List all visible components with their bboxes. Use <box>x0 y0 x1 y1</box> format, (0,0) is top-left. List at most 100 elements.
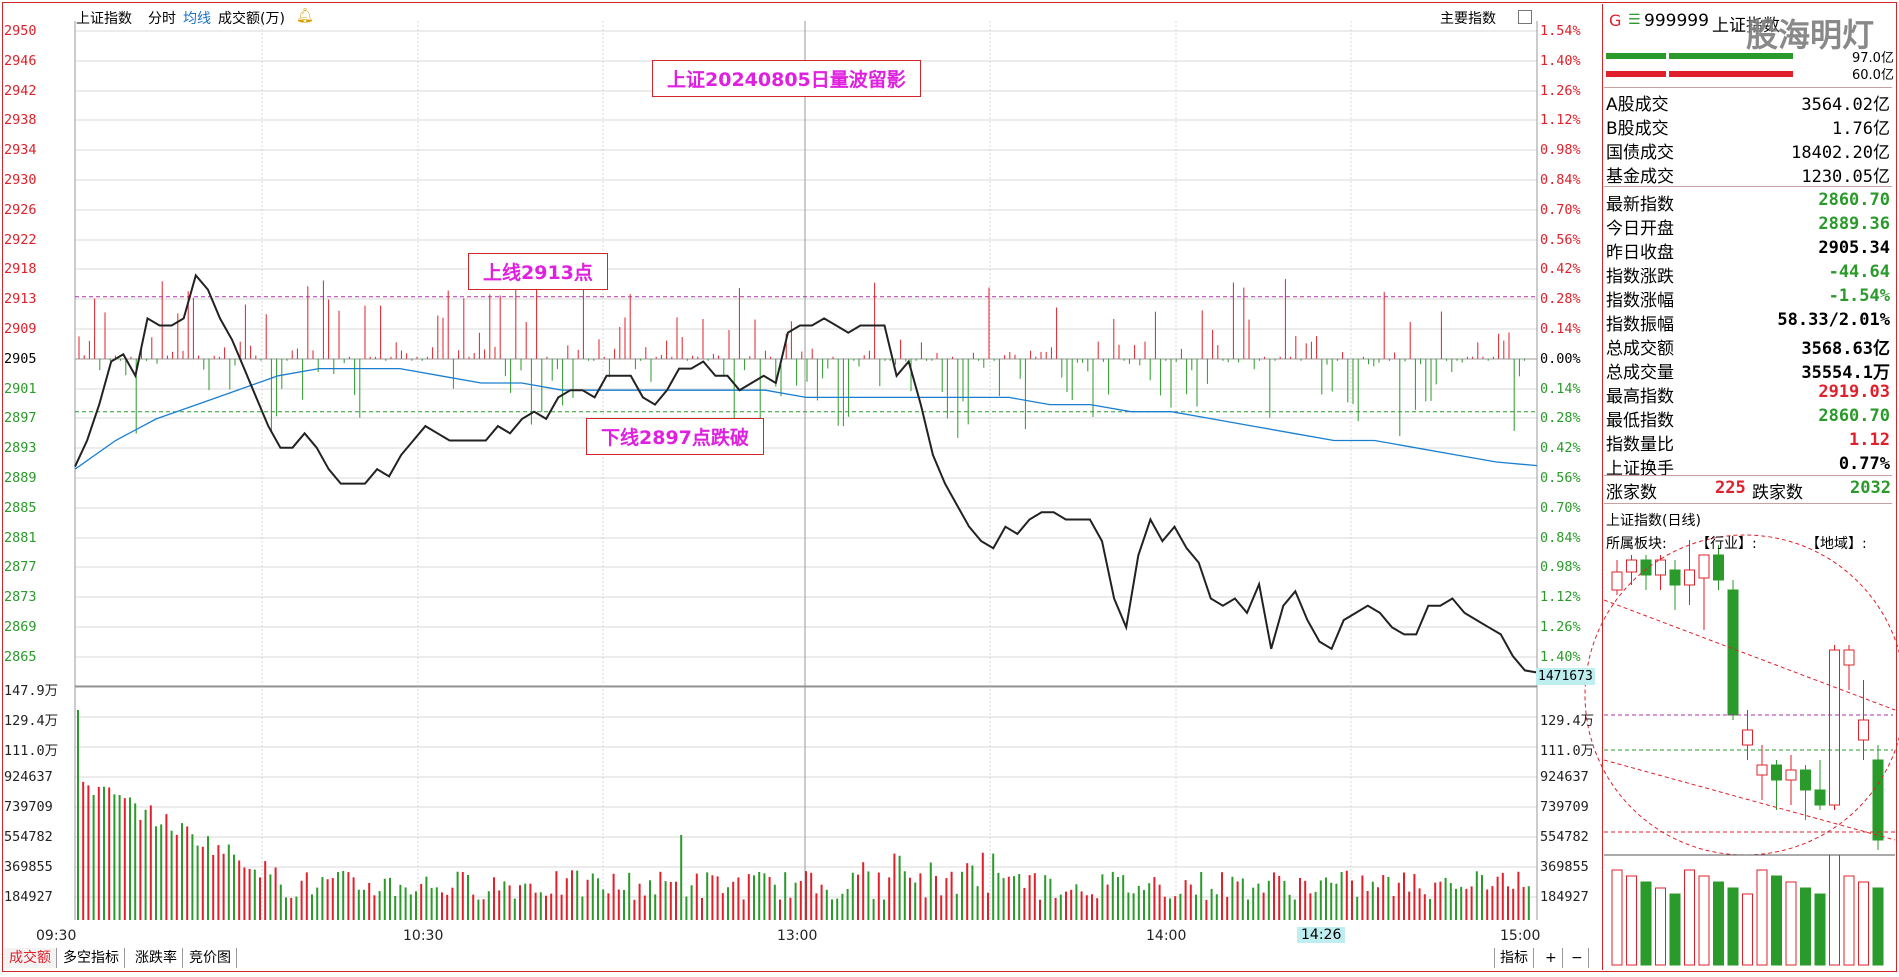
separator <box>1604 87 1892 88</box>
tab-auction[interactable]: 竞价图 <box>184 948 237 968</box>
pct-tick-label: 1.40% <box>1540 53 1581 69</box>
time-tick-label: 09:30 <box>36 928 77 944</box>
time-tick-label: 13:00 <box>777 928 818 944</box>
info-row: 最新指数 2860.70 <box>1606 190 1890 215</box>
info-value: 2905.34 <box>1818 238 1890 258</box>
info-row: A股成交 3564.02亿 <box>1606 90 1890 115</box>
info-value: 2889.36 <box>1818 214 1890 234</box>
volume-tick-label: 184927 <box>4 889 53 905</box>
tab-volume[interactable]: 成交额(万) <box>218 8 285 28</box>
price-tick-label: 2942 <box>4 83 37 99</box>
info-value: 2860.70 <box>1818 406 1890 426</box>
info-value: 1.12 <box>1849 430 1890 450</box>
sector-label: 所属板块: <box>1606 536 1667 552</box>
info-value: 2919.03 <box>1818 382 1890 402</box>
pct-tick-label: 0.28% <box>1540 291 1581 307</box>
info-value: 1230.05亿 <box>1801 167 1890 187</box>
pct-tick-label: 1.26% <box>1540 83 1581 99</box>
pct-tick-label: 0.42% <box>1540 261 1581 277</box>
pct-tick-label: 0.70% <box>1540 202 1581 218</box>
up-count: 225 <box>1715 478 1746 498</box>
zoom-in-button[interactable]: + <box>1540 948 1563 968</box>
volume-tick-label: 129.4万 <box>4 713 59 729</box>
annotation-lower-line: 下线2897点跌破 <box>586 418 764 455</box>
menu-icon[interactable]: ☰ <box>1628 12 1641 28</box>
price-tick-label: 2938 <box>4 112 37 128</box>
panel-toggle-icon[interactable] <box>1518 10 1532 24</box>
info-key: 指数涨幅 <box>1606 291 1674 311</box>
region-label[interactable]: 【地域】: <box>1806 533 1867 553</box>
price-tick-label: 2889 <box>4 470 37 486</box>
pct-tick-label: 1.12% <box>1540 589 1581 605</box>
volume-tick-label: 111.0万 <box>4 743 59 759</box>
stock-code: 999999 <box>1644 11 1709 31</box>
volume-tick-label: 924637 <box>4 769 53 785</box>
industry-label[interactable]: 【行业】: <box>1696 533 1757 553</box>
indicator-button[interactable]: 指标 <box>1494 948 1534 968</box>
info-row: 指数涨幅 -1.54% <box>1606 286 1890 311</box>
volume-tick-label-right: 129.4万 <box>1540 713 1595 729</box>
pct-tick-label: 0.00% <box>1540 351 1581 367</box>
info-key: 指数振幅 <box>1606 315 1674 335</box>
up-count-label: 涨家数 <box>1606 483 1657 503</box>
tab-minute[interactable]: 分时 <box>148 8 176 28</box>
pct-tick-label: 0.70% <box>1540 500 1581 516</box>
annotation-title: 上证20240805日量波留影 <box>652 60 921 97</box>
info-row: 指数量比 1.12 <box>1606 430 1890 455</box>
price-tick-label: 2869 <box>4 619 37 635</box>
daily-chart-title: 上证指数(日线) <box>1606 513 1701 529</box>
price-tick-label: 2930 <box>4 172 37 188</box>
info-key: 今日开盘 <box>1606 219 1674 239</box>
code-prefix: G <box>1609 11 1622 30</box>
bar-value-2: 60.0亿 <box>1852 68 1894 83</box>
info-value: -44.64 <box>1828 262 1890 282</box>
volume-tick-label: 554782 <box>4 829 53 845</box>
bell-icon[interactable]: 🔔︎ <box>296 8 314 24</box>
price-tick-label: 2893 <box>4 440 37 456</box>
volume-tick-label-right: 554782 <box>1540 829 1589 845</box>
info-value: 3568.63亿 <box>1801 339 1890 359</box>
price-tick-label: 2913 <box>4 291 37 307</box>
time-tick-label: 14:00 <box>1146 928 1187 944</box>
cursor-time-readout: 14:26 <box>1297 927 1346 943</box>
bar-green-b <box>1669 53 1793 59</box>
info-row: 最高指数 2919.03 <box>1606 382 1890 407</box>
info-key: 指数涨跌 <box>1606 267 1674 287</box>
info-key: 最新指数 <box>1606 195 1674 215</box>
info-value: 18402.20亿 <box>1791 143 1890 163</box>
info-key: 总成交额 <box>1606 339 1674 359</box>
pct-tick-label: 0.84% <box>1540 172 1581 188</box>
info-value: -1.54% <box>1828 286 1890 306</box>
volume-tick-label-right: 369855 <box>1540 859 1589 875</box>
bar-red-b <box>1669 71 1793 77</box>
bar-green-a <box>1606 53 1666 59</box>
price-tick-label: 2909 <box>4 321 37 337</box>
info-row: 总成交量 35554.1万 <box>1606 358 1890 383</box>
pct-tick-label: 0.14% <box>1540 381 1581 397</box>
pct-tick-label: 0.42% <box>1540 440 1581 456</box>
index-price-line <box>74 273 1538 674</box>
tab-turnover[interactable]: 成交额 <box>4 948 57 968</box>
info-value: 1.76亿 <box>1832 119 1890 139</box>
price-tick-label: 2918 <box>4 261 37 277</box>
info-key: 国债成交 <box>1606 143 1674 163</box>
annotation-upper-line: 上线2913点 <box>468 253 608 290</box>
price-tick-label: 2897 <box>4 410 37 426</box>
time-tick-label: 15:00 <box>1500 928 1541 944</box>
tab-up-down-ratio[interactable]: 涨跌率 <box>130 948 183 968</box>
info-row: 最低指数 2860.70 <box>1606 406 1890 431</box>
info-value: 58.33/2.01% <box>1777 310 1890 330</box>
volume-tick-label: 739709 <box>4 799 53 815</box>
zoom-out-button[interactable]: − <box>1566 948 1589 968</box>
pct-tick-label: 1.54% <box>1540 23 1581 39</box>
price-tick-label: 2950 <box>4 23 37 39</box>
price-tick-label: 2885 <box>4 500 37 516</box>
info-row: 国债成交 18402.20亿 <box>1606 138 1890 163</box>
volume-tick-label: 369855 <box>4 859 53 875</box>
main-indicator-button[interactable]: 主要指数 <box>1440 8 1496 28</box>
tab-long-short[interactable]: 多空指标 <box>58 948 125 968</box>
price-tick-label: 2901 <box>4 381 37 397</box>
tab-avg-line[interactable]: 均线 <box>183 8 211 28</box>
separator <box>1604 475 1892 476</box>
price-tick-label: 2946 <box>4 53 37 69</box>
